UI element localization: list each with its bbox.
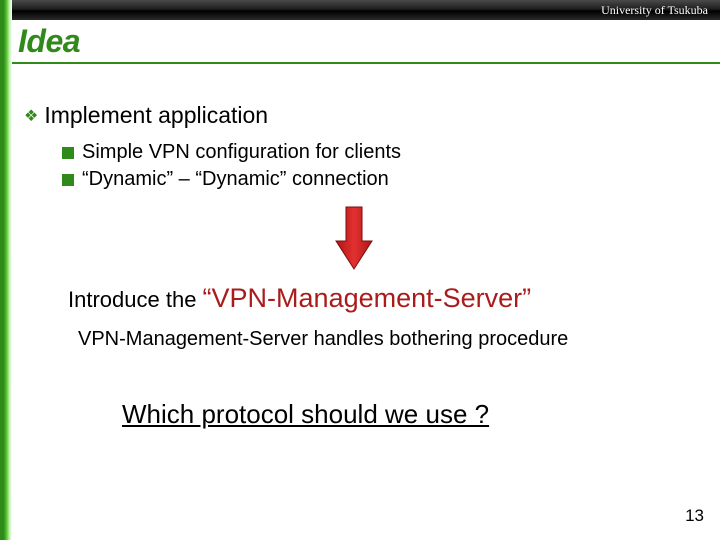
diamond-bullet-icon: ❖ (24, 106, 38, 126)
slide-title: Idea (18, 23, 80, 60)
content-area: ❖ Implement application Simple VPN confi… (24, 80, 708, 430)
page-number: 13 (685, 506, 704, 526)
bullet-level1-text: Implement application (44, 102, 268, 129)
question-line: Which protocol should we use ? (122, 399, 708, 430)
university-label: University of Tsukuba (601, 3, 708, 18)
bullet-level2-text: Simple VPN configuration for clients (82, 141, 401, 164)
intro-prefix: Introduce the (68, 287, 203, 312)
title-area: Idea (12, 20, 720, 64)
left-rail (0, 0, 12, 540)
square-bullet-icon (62, 174, 74, 186)
header-bar: University of Tsukuba (12, 0, 720, 20)
intro-highlight: “VPN-Management-Server” (203, 283, 532, 313)
bullet-level2-item: “Dynamic” – “Dynamic” connection (62, 168, 708, 191)
bullet-level2-item: Simple VPN configuration for clients (62, 141, 708, 164)
square-bullet-icon (62, 147, 74, 159)
sub-line: VPN-Management-Server handles bothering … (78, 328, 708, 351)
intro-line: Introduce the “VPN-Management-Server” (68, 283, 708, 314)
bullet-level2-text: “Dynamic” – “Dynamic” connection (82, 168, 389, 191)
bullet-level2-list: Simple VPN configuration for clients “Dy… (62, 141, 708, 191)
arrow-graphic (334, 205, 708, 275)
bullet-level1: ❖ Implement application (24, 102, 708, 129)
down-arrow-icon (334, 205, 374, 271)
